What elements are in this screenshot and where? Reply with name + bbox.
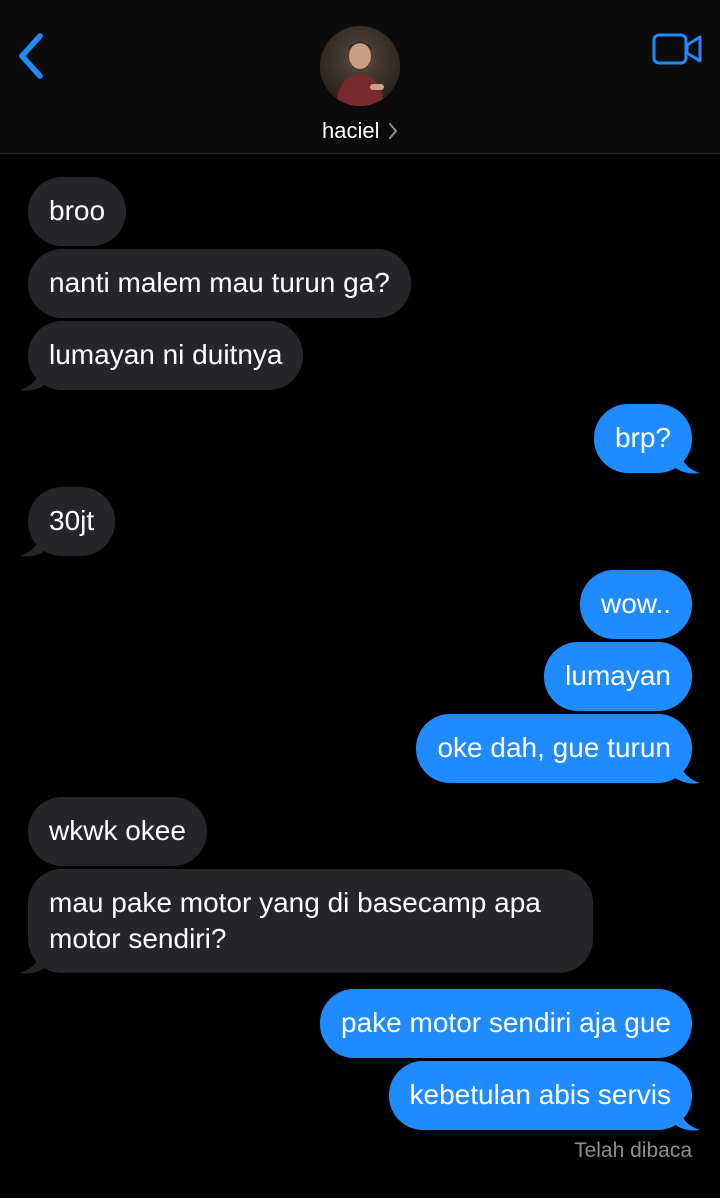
chevron-left-icon xyxy=(19,33,43,79)
message-bubble-outgoing[interactable]: lumayan xyxy=(544,642,692,711)
message-bubble-outgoing[interactable]: pake motor sendiri aja gue xyxy=(320,989,692,1058)
conversation-header: haciel xyxy=(0,0,720,154)
bubble-tail xyxy=(672,759,700,784)
bubble-tail xyxy=(672,449,700,474)
bubble-tail xyxy=(20,366,48,391)
avatar-photo xyxy=(320,26,400,106)
message-bubble-incoming[interactable]: broo xyxy=(28,177,127,246)
facetime-video-button[interactable] xyxy=(652,32,704,66)
message-bubble-outgoing[interactable]: wow.. xyxy=(579,570,692,639)
bubble-tail xyxy=(20,532,48,557)
message-bubble-incoming[interactable]: lumayan ni duitnya xyxy=(28,321,304,390)
contact-avatar[interactable] xyxy=(320,26,400,106)
video-camera-icon xyxy=(652,33,702,65)
message-bubble-outgoing[interactable]: oke dah, gue turun xyxy=(416,714,692,783)
contact-name-button[interactable]: haciel xyxy=(0,118,720,144)
message-bubble-incoming[interactable]: nanti malem mau turun ga? xyxy=(28,249,411,318)
read-receipt: Telah dibaca xyxy=(574,1139,692,1162)
contact-name: haciel xyxy=(322,118,380,143)
bubble-tail xyxy=(672,1106,700,1131)
message-bubble-incoming[interactable]: wkwk okee xyxy=(28,797,207,866)
bubble-tail xyxy=(20,949,48,974)
message-bubble-outgoing[interactable]: kebetulan abis servis xyxy=(388,1061,692,1130)
chevron-right-icon xyxy=(388,123,397,139)
back-button[interactable] xyxy=(12,30,52,82)
message-bubble-incoming[interactable]: mau pake motor yang di basecamp apa moto… xyxy=(28,869,593,973)
